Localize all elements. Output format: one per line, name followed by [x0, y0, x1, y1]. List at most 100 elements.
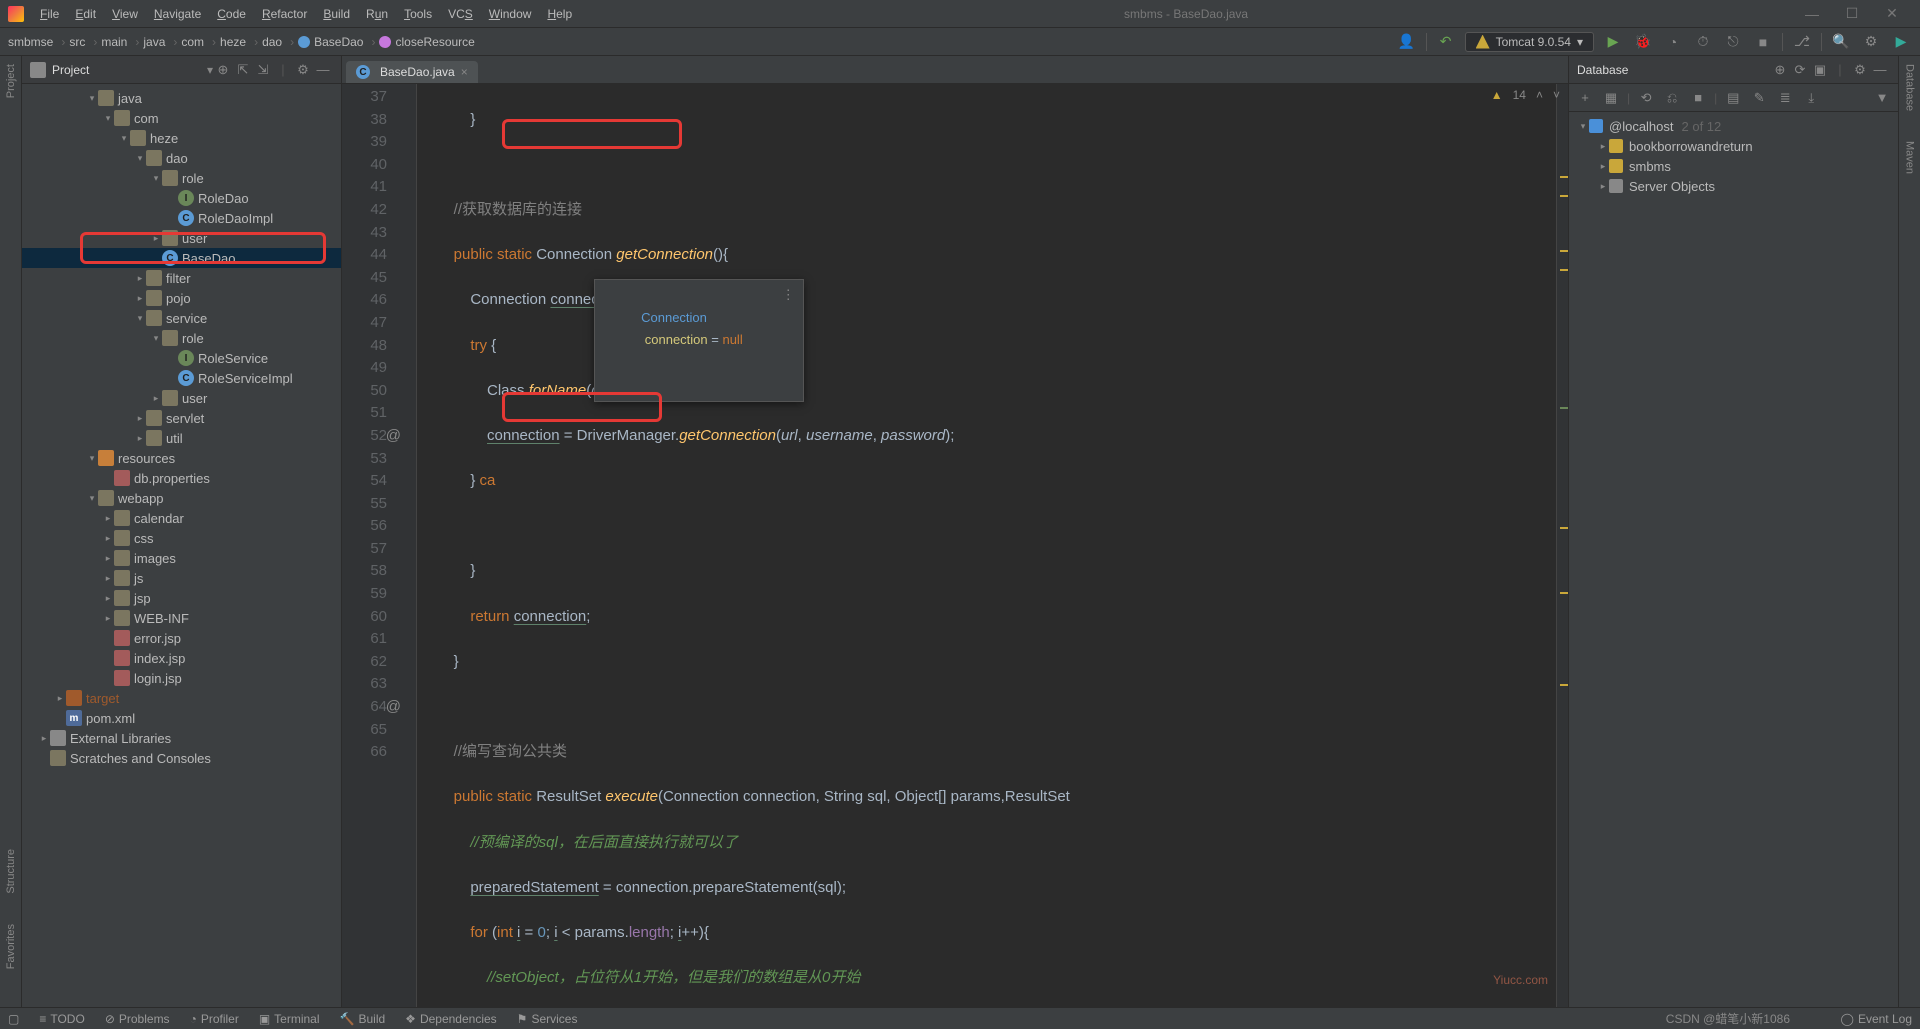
menu-vcs[interactable]: VCS [440, 7, 481, 21]
editor-body[interactable]: 37383940414243444546474849505152@5354555… [342, 84, 1568, 1007]
tree-heze[interactable]: ▾heze [22, 128, 341, 148]
tree-role[interactable]: ▾role [22, 168, 341, 188]
panel-settings-icon[interactable]: ⚙ [293, 62, 313, 78]
profile-button[interactable]: ⏱ [1692, 31, 1714, 53]
db-refresh-icon[interactable]: ⟲ [1636, 88, 1656, 108]
dependencies-button[interactable]: ❖ Dependencies [405, 1012, 497, 1026]
tree-filter[interactable]: ▸filter [22, 268, 341, 288]
tree-user[interactable]: ▸user [22, 228, 341, 248]
tree-roledao[interactable]: IRoleDao [22, 188, 341, 208]
tree-service[interactable]: ▾service [22, 308, 341, 328]
tree-css[interactable]: ▸css [22, 528, 341, 548]
menu-help[interactable]: Help [539, 7, 580, 21]
minimize-button[interactable]: — [1792, 6, 1832, 22]
code-area[interactable]: } //获取数据库的连接 public static Connection ge… [417, 84, 1556, 1007]
db-hide-icon[interactable]: — [1870, 62, 1890, 77]
tab-basedao[interactable]: C BaseDao.java × [346, 61, 478, 83]
db-stop-icon[interactable]: ■ [1688, 88, 1708, 108]
db-schema-1[interactable]: ▸bookborrowandreturn [1569, 136, 1898, 156]
tree-jsp[interactable]: ▸jsp [22, 588, 341, 608]
db-diff-icon[interactable]: ≣ [1775, 88, 1795, 108]
bc-project[interactable]: smbmse [8, 35, 53, 49]
debug-button[interactable]: 🐞 [1632, 31, 1654, 53]
tree-js[interactable]: ▸js [22, 568, 341, 588]
tree-roleservice[interactable]: IRoleService [22, 348, 341, 368]
left-project-label[interactable]: Project [5, 64, 17, 98]
tree-servlet[interactable]: ▸servlet [22, 408, 341, 428]
run-button[interactable]: ▶ [1602, 31, 1624, 53]
bc-com[interactable]: com [181, 35, 204, 49]
add-user-icon[interactable]: 👤 [1396, 31, 1418, 53]
todo-button[interactable]: ≡ TODO [39, 1012, 84, 1026]
coverage-button[interactable]: ◔ [1662, 31, 1684, 53]
db-new-icon[interactable]: ⊕ [1770, 62, 1790, 78]
collapse-all-icon[interactable]: ⇲ [253, 62, 273, 78]
db-serverobj[interactable]: ▸Server Objects [1569, 176, 1898, 196]
menu-tools[interactable]: Tools [396, 7, 440, 21]
tree-indexjsp[interactable]: index.jsp [22, 648, 341, 668]
tree-util[interactable]: ▸util [22, 428, 341, 448]
learn-icon[interactable]: ▶ [1890, 31, 1912, 53]
tree-suser[interactable]: ▸user [22, 388, 341, 408]
bc-java[interactable]: java [143, 35, 165, 49]
db-settings-icon[interactable]: ⚙ [1850, 62, 1870, 78]
vcs-icon[interactable]: ⎇ [1791, 31, 1813, 53]
right-database-label[interactable]: Database [1904, 64, 1916, 111]
tree-basedao[interactable]: CBaseDao [22, 248, 341, 268]
menu-code[interactable]: Code [209, 7, 254, 21]
hide-panel-icon[interactable]: — [313, 62, 333, 77]
project-tree[interactable]: ▾java ▾com ▾heze ▾dao ▾role IRoleDao CRo… [22, 84, 341, 1007]
menu-file[interactable]: File [32, 7, 67, 21]
bc-main[interactable]: main [101, 35, 127, 49]
bc-class[interactable]: BaseDao [298, 35, 363, 49]
tree-roledaoimpl[interactable]: CRoleDaoImpl [22, 208, 341, 228]
menu-refactor[interactable]: Refactor [254, 7, 315, 21]
bc-heze[interactable]: heze [220, 35, 246, 49]
tree-extlib[interactable]: ▸External Libraries [22, 728, 341, 748]
select-open-file-icon[interactable]: ⊕ [213, 62, 233, 78]
bc-dao[interactable]: dao [262, 35, 282, 49]
profiler-button[interactable]: ◔ Profiler [190, 1012, 239, 1026]
db-filter-icon[interactable]: ▼ [1872, 88, 1892, 108]
bc-method[interactable]: closeResource [379, 35, 474, 49]
db-edit-icon[interactable]: ✎ [1749, 88, 1769, 108]
run-config-selector[interactable]: Tomcat 9.0.54 ▾ [1465, 32, 1594, 52]
tree-webapp[interactable]: ▾webapp [22, 488, 341, 508]
db-sync-icon[interactable]: ⟳ [1790, 62, 1810, 78]
tree-pom[interactable]: mpom.xml [22, 708, 341, 728]
menu-run[interactable]: Run [358, 7, 396, 21]
tree-resources[interactable]: ▾resources [22, 448, 341, 468]
tree-pojo[interactable]: ▸pojo [22, 288, 341, 308]
tooltip-more-icon[interactable]: ⋮ [782, 284, 795, 307]
problems-button[interactable]: ⊘ Problems [105, 1012, 170, 1026]
menu-build[interactable]: Build [315, 7, 358, 21]
tree-dao[interactable]: ▾dao [22, 148, 341, 168]
tree-errorjsp[interactable]: error.jsp [22, 628, 341, 648]
settings-icon[interactable]: ⚙ [1860, 31, 1882, 53]
database-tree[interactable]: ▾@localhost2 of 12 ▸bookborrowandreturn … [1569, 112, 1898, 1007]
inspections-widget[interactable]: ▲ 14 ˄ ˅ [1491, 88, 1560, 102]
tree-com[interactable]: ▾com [22, 108, 341, 128]
up-icon[interactable]: ˄ [1536, 88, 1543, 102]
tree-images[interactable]: ▸images [22, 548, 341, 568]
tree-loginjsp[interactable]: login.jsp [22, 668, 341, 688]
tree-dbprop[interactable]: db.properties [22, 468, 341, 488]
db-ddl-icon[interactable]: ▦ [1601, 88, 1621, 108]
tree-roleserviceimpl[interactable]: CRoleServiceImpl [22, 368, 341, 388]
db-jump-icon[interactable]: ▣ [1810, 62, 1830, 78]
error-stripe[interactable] [1556, 84, 1568, 1007]
tree-scratch[interactable]: Scratches and Consoles [22, 748, 341, 768]
search-icon[interactable]: 🔍 [1830, 31, 1852, 53]
left-structure-label[interactable]: Structure [5, 849, 17, 894]
menu-navigate[interactable]: Navigate [146, 7, 209, 21]
left-favorites-label[interactable]: Favorites [5, 924, 17, 969]
stop-button[interactable]: ■ [1752, 31, 1774, 53]
db-open-icon[interactable]: ▤ [1723, 88, 1743, 108]
bc-src[interactable]: src [69, 35, 85, 49]
db-tx-icon[interactable]: ⎌ [1662, 88, 1682, 108]
close-tab-icon[interactable]: × [461, 65, 468, 79]
event-log-button[interactable]: ◯ Event Log [1841, 1012, 1912, 1026]
menu-view[interactable]: View [104, 7, 146, 21]
tree-target[interactable]: ▸target [22, 688, 341, 708]
attach-button[interactable]: ⎋ [1722, 31, 1744, 53]
